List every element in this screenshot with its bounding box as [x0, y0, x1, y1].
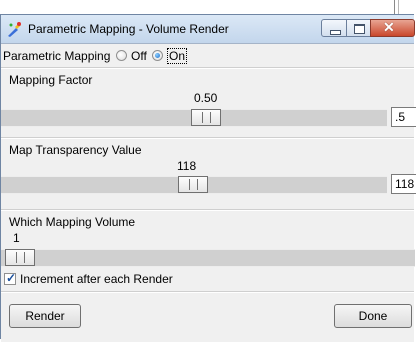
checkmark-icon: ✓ [6, 271, 17, 285]
parametric-mapping-label: Parametric Mapping [3, 49, 111, 63]
mapping-factor-input[interactable]: .5 [391, 107, 416, 127]
title-bar[interactable]: Parametric Mapping - Volume Render ✕ [1, 15, 415, 43]
mapping-volume-slider-thumb[interactable] [5, 249, 35, 266]
close-icon: ✕ [383, 19, 395, 35]
minimize-icon [330, 30, 341, 35]
radio-on[interactable] [152, 50, 163, 61]
radio-off-label[interactable]: Off [131, 49, 147, 63]
map-transparency-value: 118 [177, 159, 197, 173]
dialog-body: Parametric Mapping Off On Mapping Factor… [1, 43, 416, 342]
mapping-volume-value: 1 [13, 231, 20, 245]
increment-checkbox-label[interactable]: Increment after each Render [20, 272, 173, 286]
mapping-volume-title: Which Mapping Volume [9, 215, 136, 229]
maximize-button[interactable] [346, 19, 371, 37]
render-button[interactable]: Render [9, 304, 81, 328]
mapping-factor-title: Mapping Factor [9, 73, 93, 87]
map-transparency-group: Map Transparency Value 118 118 [1, 138, 416, 209]
window-title: Parametric Mapping - Volume Render [28, 22, 229, 36]
mapping-factor-slider[interactable] [1, 109, 387, 127]
done-button[interactable]: Done [334, 304, 412, 328]
app-icon [7, 21, 23, 37]
minimize-button[interactable] [321, 19, 347, 37]
button-bar: Render Done [1, 292, 414, 342]
radio-on-label[interactable]: On [167, 48, 188, 64]
map-transparency-title: Map Transparency Value [9, 143, 142, 157]
mapping-volume-slider[interactable] [1, 249, 415, 267]
mapping-factor-group: Mapping Factor 0.50 .5 [1, 68, 416, 137]
maximize-icon [354, 24, 365, 34]
mapping-volume-group: Which Mapping Volume 1 ✓ Increment after… [1, 210, 415, 286]
map-transparency-input[interactable]: 118 [391, 174, 416, 194]
parametric-mapping-row: Parametric Mapping Off On [1, 46, 414, 66]
dialog-window: Parametric Mapping - Volume Render ✕ Par… [0, 14, 416, 342]
close-button[interactable]: ✕ [370, 19, 415, 37]
mapping-factor-value: 0.50 [194, 91, 218, 105]
radio-off[interactable] [116, 50, 127, 61]
mapping-factor-slider-thumb[interactable] [191, 109, 221, 126]
increment-checkbox[interactable]: ✓ [4, 271, 17, 285]
map-transparency-slider[interactable] [1, 176, 387, 194]
map-transparency-slider-thumb[interactable] [178, 176, 208, 193]
